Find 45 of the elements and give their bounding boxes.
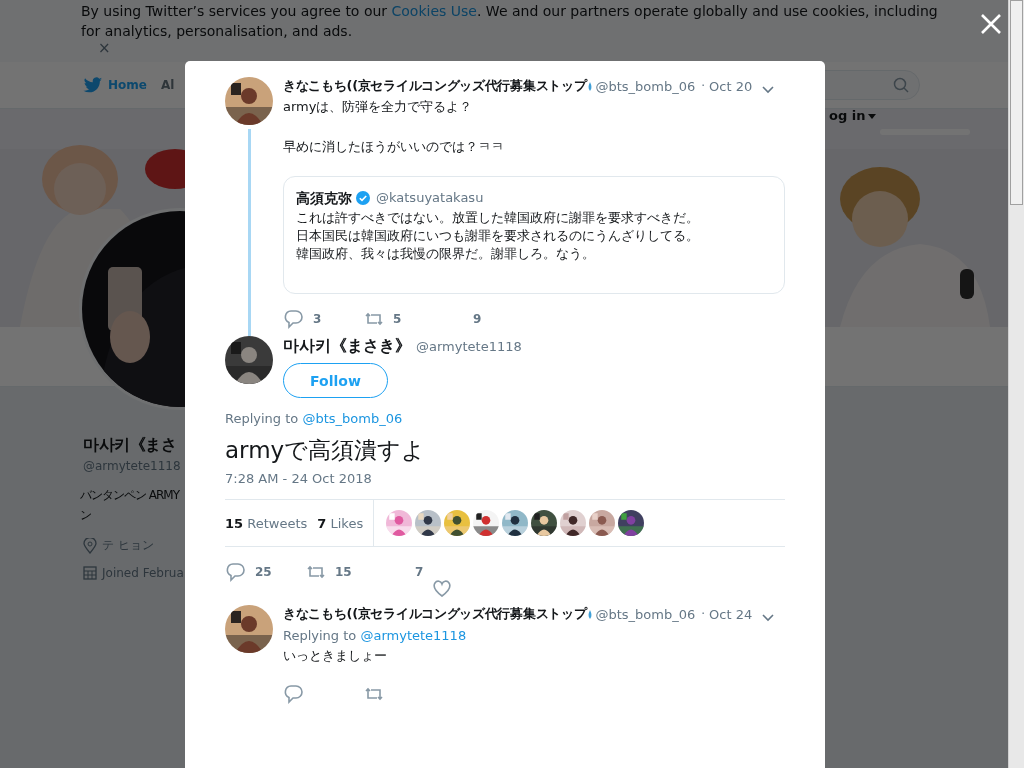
drop-icon [587, 80, 594, 92]
user-name[interactable]: きなこもち((京セライルコングッズ代行募集ストップ [283, 605, 587, 623]
user-handle[interactable]: @bts_bomb_06 [595, 78, 696, 94]
chevron-icon[interactable] [761, 85, 775, 95]
drop-icon [587, 608, 594, 620]
profile-bio: バンタンペン ARMY [80, 487, 181, 504]
user-name[interactable]: きなこもち((京セライルコングッズ代行募集ストップ [283, 77, 587, 95]
reply-icon[interactable] [225, 561, 247, 583]
location-icon [83, 537, 97, 554]
replying-to: Replying to @bts_bomb_06 [225, 411, 404, 426]
tweet-time[interactable]: Oct 24 [709, 606, 753, 622]
user-handle[interactable]: @armytete1118 [416, 339, 522, 354]
scrollbar[interactable] [1008, 0, 1024, 768]
profile-bio: ン [80, 507, 92, 524]
join-date: Joined Februa [102, 566, 184, 580]
user-name[interactable]: 마사키《まさき》 [283, 336, 411, 357]
close-icon[interactable] [980, 13, 1002, 35]
mention-link[interactable]: @bts_bomb_06 [302, 411, 403, 426]
calendar-icon [83, 566, 97, 580]
separator-dot: · [701, 79, 705, 93]
dismiss-button[interactable]: × [98, 40, 111, 56]
user-handle[interactable]: @bts_bomb_06 [595, 606, 696, 622]
profile-handle: @armytete1118 [83, 459, 182, 473]
profile-name: 마사키《まさ [83, 434, 177, 456]
search-icon[interactable] [893, 77, 909, 93]
tweet-text: いっときましょー [283, 647, 388, 665]
follow-button[interactable]: Follow [283, 363, 388, 398]
separator-dot: · [701, 607, 705, 621]
reply-count: 25 [255, 565, 272, 579]
stat-link[interactable]: 15 Retweets [225, 515, 308, 531]
stat-link[interactable]: 7 Likes [317, 515, 364, 531]
tweet-text: armyで高須潰すよ [225, 436, 427, 465]
heart-icon[interactable] [431, 577, 453, 599]
tweet-time[interactable]: Oct 20 [709, 78, 753, 94]
like-count: 7 [415, 565, 424, 579]
nav-link[interactable]: Al [160, 78, 175, 92]
reply-icon[interactable] [283, 683, 305, 705]
chevron-icon[interactable] [761, 613, 775, 623]
cookie-notice: By using Twitter’s services you agree to our Cookies Use. We and our partners operate globally and use cookies, including for analytics, personalisation, and ads. [80, 2, 939, 41]
mention-link[interactable]: @armytete1118 [360, 628, 467, 643]
bird-icon [83, 76, 103, 94]
scrollbar-thumb[interactable] [1010, 0, 1023, 205]
retweet-count: 15 [335, 565, 352, 579]
replying-to: Replying to @armytete1118 [283, 628, 468, 643]
tweet-timestamp[interactable]: 7:28 AM - 24 Oct 2018 [225, 471, 785, 486]
